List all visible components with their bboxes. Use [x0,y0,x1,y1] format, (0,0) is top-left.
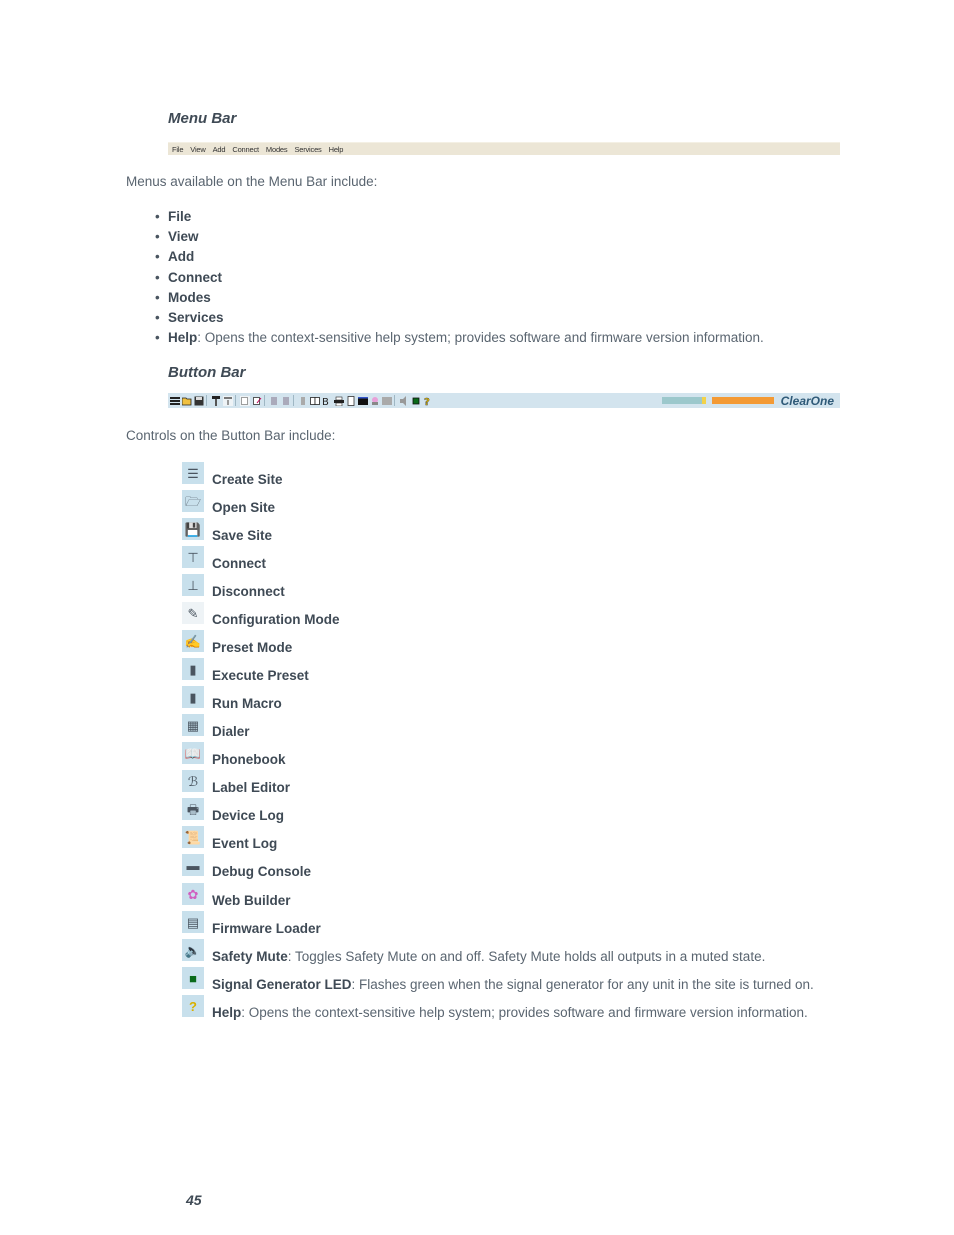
dialer-icon [301,396,305,405]
open-site-icon [182,397,192,405]
separator [206,395,207,406]
list-item: 🖶 Device Log [182,798,284,823]
list-item: ▬ Debug Console [182,854,311,879]
configuration-mode-icon [240,395,250,406]
debug-console-icon [358,396,368,405]
menu-view: View [190,144,206,154]
list-item: ✎ Configuration Mode [182,602,339,627]
connect-icon [212,395,220,406]
svg-text:B: B [322,397,329,406]
separator [394,395,395,406]
run-macro-icon [283,396,289,405]
execute-preset-icon: ▮ [182,658,204,680]
device-log-icon [334,396,344,406]
list-item: • File [155,209,192,224]
menu-bar-heading: Menu Bar [168,110,237,127]
page-number: 45 [186,1192,202,1208]
button-bar-intro: Controls on the Button Bar include: [126,428,336,443]
execute-preset-icon [271,396,277,405]
create-site-icon: ☰ [182,462,204,484]
event-log-icon: 📜 [182,826,204,848]
menu-intro: Menus available on the Menu Bar include: [126,174,378,189]
configuration-mode-icon: ✎ [182,602,204,624]
list-item: 📜 Event Log [182,826,277,851]
preset-mode-icon [253,396,262,405]
help-icon: ? [424,396,430,406]
save-site-icon: 💾 [182,518,204,540]
menu-add: Add [212,144,226,154]
web-builder-icon: ✿ [182,883,204,905]
list-item: ⊤ Connect [182,546,266,571]
device-log-icon: 🖶 [182,798,204,820]
button-bar-heading: Button Bar [168,364,246,381]
create-site-icon [170,396,180,405]
status-bar-teal [662,397,702,404]
help-icon: ? [182,995,204,1017]
debug-console-icon: ▬ [182,854,204,876]
list-item: • Services [155,309,224,325]
list-item: 🔈 Safety Mute: Toggles Safety Mute on and… [182,939,765,964]
status-bar-yellow [702,397,706,404]
list-item: • View [155,229,199,245]
separator [235,395,236,406]
list-item: • Help: Opens the context-sensitive help … [155,330,764,346]
separator [264,395,265,406]
list-item: ▦ Dialer [182,714,250,739]
list-item: ▤ Firmware Loader [182,911,321,936]
list-item: • Modes [155,289,211,305]
button-bar-screenshot: B ? ClearOne [168,393,840,408]
firmware-loader-icon [382,396,392,405]
run-macro-icon: ▮ [182,686,204,708]
list-item: ▮ Execute Preset [182,658,309,683]
firmware-loader-icon: ▤ [182,911,204,933]
safety-mute-icon: 🔈 [182,939,204,961]
phonebook-icon [310,396,320,405]
disconnect-icon: ⊥ [182,574,204,596]
dialer-icon: ▦ [182,714,204,736]
signal-generator-led-icon [412,397,420,404]
list-item: ? Help: Opens the context-sensitive help … [182,995,808,1020]
list-item: • Connect [155,269,222,285]
list-item: ✿ Web Builder [182,883,291,908]
menu-modes: Modes [265,144,288,154]
status-bar-orange [712,397,774,404]
menu-help: Help [328,144,344,154]
save-site-icon [194,396,204,405]
list-item: 🗁 Open Site [182,490,275,515]
web-builder-icon [372,396,378,405]
preset-mode-icon: ✍ [182,630,204,652]
event-log-icon [347,395,355,406]
list-item: ℬ Label Editor [182,770,290,795]
label-editor-icon: B [322,397,329,406]
connect-icon: ⊤ [182,546,204,568]
svg-text:?: ? [424,397,430,406]
signal-generator-led-icon: ■ [182,967,204,989]
list-item: 💾 Save Site [182,518,272,543]
phonebook-icon: 📖 [182,742,204,764]
menu-file: File [172,144,184,154]
open-site-icon: 🗁 [182,490,204,512]
label-editor-icon: ℬ [182,770,204,792]
list-item: • Add [155,249,195,265]
menu-list: • File • View • Add • Connect • Modes • Servic… [155,208,764,349]
menu-bar-screenshot: File View Add Connect Modes Services Hel… [168,142,840,155]
menu-connect: Connect [232,144,259,154]
clearone-logo: ClearOne [780,394,834,408]
list-item: ✍ Preset Mode [182,630,292,655]
list-item: ☰ Create Site [182,462,283,487]
disconnect-icon [223,395,233,406]
list-item: ▮ Run Macro [182,686,282,711]
separator [293,395,294,406]
list-item: ■ Signal Generator LED: Flashes green whe… [182,967,814,992]
menu-services: Services [294,144,322,154]
list-item: ⊥ Disconnect [182,574,285,599]
safety-mute-icon [400,395,406,406]
list-item: 📖 Phonebook [182,742,286,767]
